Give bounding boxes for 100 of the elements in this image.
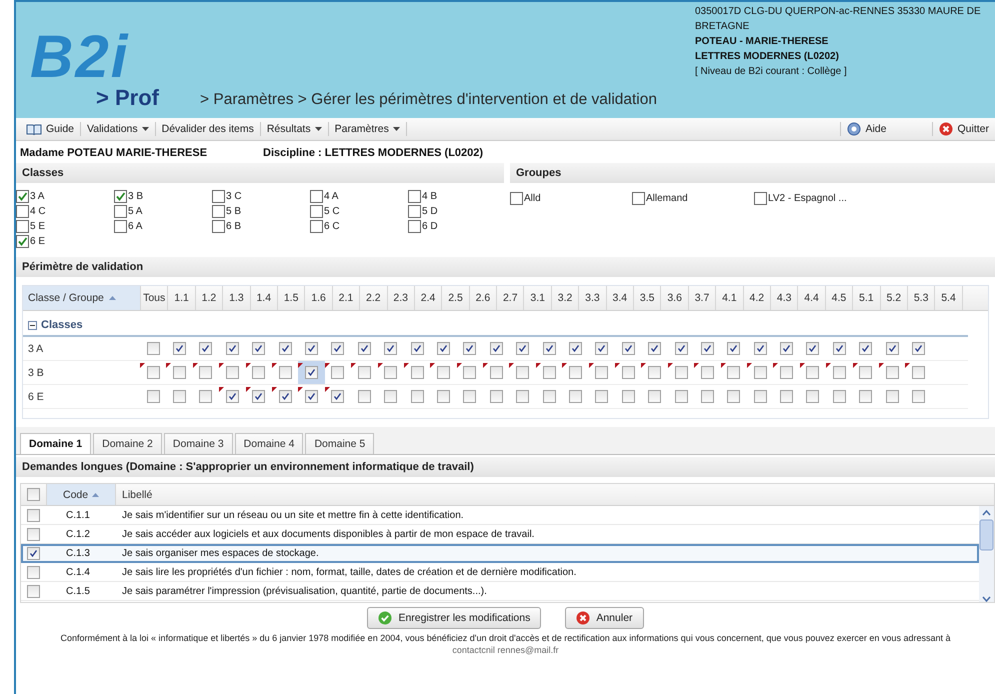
class-checkbox[interactable]: 5 A xyxy=(114,204,212,219)
class-checkbox[interactable]: 6 E xyxy=(16,234,114,249)
column-header[interactable]: 4.3 xyxy=(770,286,798,310)
checkbox[interactable] xyxy=(490,366,503,379)
group-checkbox[interactable]: Allemand xyxy=(632,191,754,206)
checkbox[interactable] xyxy=(384,390,398,403)
checkbox[interactable] xyxy=(700,390,714,403)
checkbox[interactable] xyxy=(700,342,714,355)
checkbox[interactable] xyxy=(516,342,530,355)
column-header[interactable]: 5.4 xyxy=(935,286,963,310)
checkbox[interactable] xyxy=(780,342,794,355)
toolbar-button[interactable]: Aide xyxy=(841,122,892,136)
scrollbar[interactable] xyxy=(979,506,994,602)
checkbox[interactable] xyxy=(490,390,503,403)
checkbox[interactable] xyxy=(886,342,899,355)
checkbox[interactable] xyxy=(542,390,556,403)
toolbar-button[interactable]: Résultats xyxy=(260,123,328,135)
checkbox[interactable] xyxy=(305,390,318,403)
checkbox[interactable] xyxy=(305,342,318,355)
checkbox[interactable] xyxy=(278,342,292,355)
checkbox[interactable] xyxy=(384,366,398,379)
checkbox[interactable] xyxy=(754,342,767,355)
checkbox[interactable] xyxy=(358,366,371,379)
checkbox[interactable] xyxy=(727,390,740,403)
column-header[interactable]: 1.5 xyxy=(278,286,306,310)
checkbox[interactable] xyxy=(226,366,239,379)
checkbox[interactable] xyxy=(568,342,582,355)
checkbox[interactable] xyxy=(542,366,556,379)
checkbox[interactable] xyxy=(436,390,450,403)
table-row[interactable]: C.1.5 Je sais paramétrer l'impression (prévisualisation, quantité, partie de documents...). xyxy=(21,582,979,601)
checkbox[interactable] xyxy=(542,342,556,355)
column-header[interactable]: 2.7 xyxy=(497,286,524,310)
column-header[interactable]: 2.3 xyxy=(388,286,415,310)
checkbox[interactable] xyxy=(859,366,872,379)
checkbox[interactable] xyxy=(832,366,846,379)
checkbox[interactable] xyxy=(27,546,40,560)
column-header[interactable]: Libellé xyxy=(116,488,152,500)
checkbox[interactable] xyxy=(146,366,160,379)
checkbox[interactable] xyxy=(199,342,212,355)
group-checkbox[interactable]: LV2 - Espagnol ... xyxy=(754,191,954,206)
checkbox[interactable] xyxy=(648,366,662,379)
table-row[interactable]: C.1.1 Je sais m'identifier sur un réseau ou un site et mettre fin à cette identification. xyxy=(21,506,979,525)
checkbox[interactable] xyxy=(384,342,398,355)
checkbox[interactable] xyxy=(859,342,872,355)
column-header[interactable]: Classe / Groupe xyxy=(23,286,141,310)
column-header[interactable]: 3.4 xyxy=(606,286,634,310)
checkbox[interactable] xyxy=(173,390,186,403)
checkbox[interactable] xyxy=(648,390,662,403)
checkbox[interactable] xyxy=(331,390,344,403)
column-header[interactable]: 3.6 xyxy=(661,286,689,310)
checkbox[interactable] xyxy=(331,342,344,355)
checkbox[interactable] xyxy=(700,366,714,379)
column-header[interactable]: 5.1 xyxy=(853,286,881,310)
column-header[interactable]: 4.1 xyxy=(716,286,744,310)
checkbox[interactable] xyxy=(912,390,926,403)
checkbox[interactable] xyxy=(226,390,239,403)
column-header[interactable]: 2.6 xyxy=(470,286,498,310)
checkbox[interactable] xyxy=(278,366,292,379)
checkbox[interactable] xyxy=(463,390,476,403)
tab[interactable]: Domaine 1 xyxy=(20,433,92,454)
grid-cell[interactable] xyxy=(298,361,325,384)
checkbox[interactable] xyxy=(648,342,662,355)
column-header[interactable]: 2.2 xyxy=(360,286,388,310)
table-row[interactable]: C.1.4 Je sais lire les propriétés d'un fichier : nom, format, taille, dates de création et de dernière modification. xyxy=(21,563,979,582)
checkbox[interactable] xyxy=(674,366,688,379)
column-header[interactable]: 1.4 xyxy=(250,286,278,310)
checkbox[interactable] xyxy=(595,342,608,355)
toolbar-button[interactable]: Quitter xyxy=(933,122,995,136)
checkbox[interactable] xyxy=(516,366,530,379)
column-header[interactable]: 3.7 xyxy=(688,286,716,310)
checkbox[interactable] xyxy=(912,366,926,379)
cancel-button[interactable]: Annuler xyxy=(565,607,644,629)
checkbox[interactable] xyxy=(358,342,371,355)
checkbox[interactable] xyxy=(806,342,820,355)
checkbox[interactable] xyxy=(516,390,530,403)
table-row[interactable]: C.1.3 Je sais organiser mes espaces de stockage. xyxy=(21,544,979,563)
class-checkbox[interactable]: 5 D xyxy=(408,204,506,219)
class-checkbox[interactable]: 6 B xyxy=(212,219,310,234)
checkbox[interactable] xyxy=(27,566,40,578)
column-header[interactable]: 4.2 xyxy=(744,286,771,310)
save-button[interactable]: Enregistrer les modifications xyxy=(367,607,542,629)
checkbox[interactable] xyxy=(912,342,926,355)
checkbox[interactable] xyxy=(463,366,476,379)
checkbox[interactable] xyxy=(622,390,635,403)
checkbox[interactable] xyxy=(886,390,899,403)
checkbox[interactable] xyxy=(674,342,688,355)
column-header[interactable]: 3.2 xyxy=(552,286,580,310)
class-checkbox[interactable]: 4 C xyxy=(16,204,114,219)
column-header[interactable]: 2.1 xyxy=(332,286,360,310)
checkbox[interactable] xyxy=(199,390,212,403)
column-header[interactable]: 2.4 xyxy=(414,286,442,310)
column-header[interactable]: 1.1 xyxy=(168,286,196,310)
checkbox[interactable] xyxy=(27,528,40,540)
checkbox[interactable] xyxy=(173,342,186,355)
checkbox[interactable] xyxy=(727,366,740,379)
checkbox[interactable] xyxy=(358,390,371,403)
checkbox[interactable] xyxy=(146,390,160,403)
checkbox[interactable] xyxy=(146,342,160,355)
checkbox[interactable] xyxy=(832,342,846,355)
checkbox[interactable] xyxy=(595,390,608,403)
